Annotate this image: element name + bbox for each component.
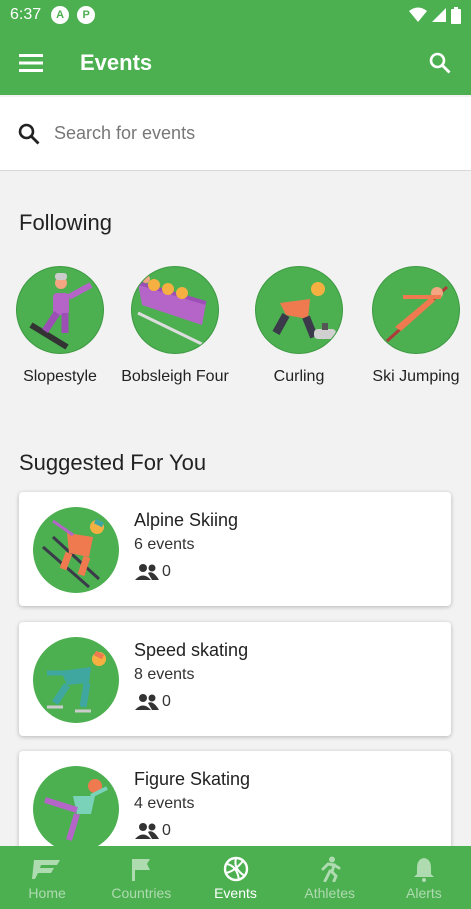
people-icon	[135, 823, 159, 839]
p-icon: P	[77, 6, 96, 24]
nav-athletes-label: Athletes	[304, 884, 355, 901]
followers-value: 0	[162, 563, 171, 580]
followers-count: 0	[134, 562, 171, 582]
following-item-label: Curling	[273, 368, 325, 385]
search-icon	[18, 123, 40, 144]
search-input[interactable]	[54, 123, 434, 144]
followers-count: 0	[134, 821, 171, 841]
following-item-ski-jumping[interactable]: Ski Jumping	[360, 266, 471, 387]
event-card-title: Figure Skating	[134, 769, 251, 789]
nav-home-label: Home	[28, 884, 66, 901]
event-card-title: Speed skating	[134, 640, 249, 660]
followers-value: 0	[162, 822, 171, 839]
bobsleigh-icon	[131, 266, 219, 354]
following-item-slopestyle[interactable]: Slopestyle	[4, 266, 116, 387]
event-card-alpine-skiing[interactable]: Alpine Skiing 6 events 0	[19, 492, 451, 606]
page-title: Events	[80, 49, 153, 75]
bell-icon	[413, 855, 435, 883]
ski-jumping-icon	[372, 266, 460, 354]
running-icon	[319, 855, 341, 883]
nav-countries[interactable]: Countries	[94, 846, 188, 909]
event-card-count: 4 events	[134, 795, 195, 812]
nav-events[interactable]: Events	[188, 846, 282, 909]
search-button[interactable]	[409, 30, 471, 95]
nav-home[interactable]: Home	[0, 846, 94, 909]
following-heading: Following	[19, 210, 112, 235]
curling-icon	[255, 266, 343, 354]
following-item-label: Bobsleigh Four	[121, 368, 229, 385]
bottom-navigation: Home Countries Events Athletes Alerts	[0, 846, 471, 909]
battery-icon	[451, 6, 461, 24]
following-item-bobsleigh-four[interactable]: Bobsleigh Four	[119, 266, 231, 387]
suggested-heading: Suggested For You	[19, 450, 207, 475]
flag-icon	[131, 855, 151, 883]
event-card-speed-skating[interactable]: Speed skating 8 events 0	[19, 622, 451, 736]
app-bar: Events	[0, 30, 471, 95]
wifi-icon	[409, 7, 427, 22]
following-item-curling[interactable]: Curling	[243, 266, 355, 387]
slopestyle-icon	[16, 266, 104, 354]
people-icon	[135, 694, 159, 710]
event-card-count: 8 events	[134, 666, 195, 683]
search-icon	[429, 52, 451, 73]
nav-alerts-label: Alerts	[406, 884, 442, 901]
status-bar: 6:37 A P	[0, 0, 471, 30]
nav-alerts[interactable]: Alerts	[377, 846, 471, 909]
speed-skating-icon	[33, 637, 119, 723]
following-list: Slopestyle Bobsleigh Four Curling Ski Ju…	[0, 266, 471, 406]
home-logo-icon	[32, 855, 62, 883]
volleyball-icon	[223, 855, 249, 883]
menu-button[interactable]	[0, 30, 62, 95]
a-icon: A	[51, 6, 70, 24]
event-card-title: Alpine Skiing	[134, 510, 239, 530]
menu-icon	[19, 53, 43, 72]
event-card-count: 6 events	[134, 536, 195, 553]
following-item-label: Ski Jumping	[372, 368, 460, 385]
people-icon	[135, 564, 159, 580]
nav-events-label: Events	[214, 884, 257, 901]
signal-icon	[432, 8, 446, 22]
figure-skating-icon	[33, 766, 119, 852]
alpine-skiing-icon	[33, 507, 119, 593]
following-item-label: Slopestyle	[23, 368, 97, 385]
status-time: 6:37	[10, 6, 42, 23]
nav-athletes[interactable]: Athletes	[283, 846, 377, 909]
search-bar	[0, 97, 471, 171]
followers-value: 0	[162, 693, 171, 710]
nav-countries-label: Countries	[111, 884, 172, 901]
followers-count: 0	[134, 692, 171, 712]
